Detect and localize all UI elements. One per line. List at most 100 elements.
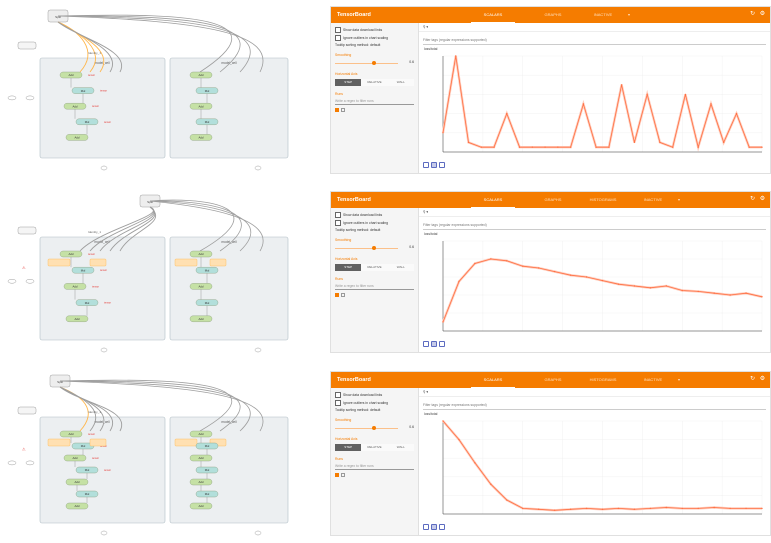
tab-inactive[interactable]: INACTIVE — [581, 7, 625, 23]
search-icon[interactable]: ⚲ ▾ — [423, 25, 428, 29]
runs-filter-input[interactable]: Write a regex to filter runs — [335, 283, 414, 290]
scope-box-right[interactable] — [169, 57, 289, 159]
axis-option-relative[interactable]: RELATIVE — [361, 79, 388, 86]
search-icon[interactable]: ⚲ ▾ — [423, 210, 428, 214]
log-scale-icon[interactable] — [431, 341, 437, 347]
checkbox-icon[interactable] — [335, 35, 341, 41]
tab-inactive[interactable]: INACTIVE — [631, 372, 675, 388]
tooltip-sorting[interactable]: Tooltip sorting method: default — [335, 228, 414, 232]
tooltip-sorting-value[interactable]: default — [370, 228, 380, 232]
search-row[interactable]: ⚲ ▾ — [419, 388, 770, 397]
graph-node-output[interactable] — [100, 530, 108, 536]
graph-node-highlight[interactable] — [174, 438, 198, 447]
graph-node-const[interactable] — [7, 460, 17, 466]
run-color-swatch[interactable] — [341, 293, 345, 297]
slider-handle[interactable] — [372, 61, 377, 65]
smoothing-value[interactable]: 0.6 — [409, 60, 414, 64]
smoothing-value[interactable]: 0.6 — [409, 425, 414, 429]
axis-option-relative[interactable]: RELATIVE — [361, 264, 388, 271]
tag-filter-input[interactable]: Filter tags (regular expressions support… — [423, 37, 766, 45]
slider-track[interactable] — [335, 63, 398, 64]
checkbox-icon[interactable] — [335, 212, 341, 218]
graph-canvas[interactable]: model_cell model_cellSplit⚠Identity_1Add t… — [0, 365, 320, 543]
tooltip-sorting-value[interactable]: default — [370, 43, 380, 47]
log-scale-icon[interactable] — [431, 162, 437, 168]
expand-icon[interactable] — [423, 341, 429, 347]
show-download-checkbox[interactable]: Show data download links — [335, 27, 414, 33]
log-scale-icon[interactable] — [431, 524, 437, 530]
smoothing-slider[interactable]: 0.6 — [335, 245, 414, 251]
tab-graphs[interactable]: GRAPHS — [531, 7, 575, 23]
graph-node-highlight[interactable] — [89, 258, 107, 267]
graph-node-highlight[interactable] — [89, 438, 107, 447]
axis-option-step[interactable]: STEP — [335, 79, 362, 86]
slider-track[interactable] — [335, 428, 398, 429]
gear-icon[interactable]: ⚙ — [759, 11, 766, 18]
tooltip-sorting[interactable]: Tooltip sorting method: default — [335, 43, 414, 47]
expand-icon[interactable] — [423, 162, 429, 168]
refresh-icon[interactable]: ↻ — [749, 196, 756, 203]
ignore-outliers-checkbox[interactable]: Ignore outliers in chart scaling — [335, 220, 414, 226]
ignore-outliers-checkbox[interactable]: Ignore outliers in chart scaling — [335, 400, 414, 406]
run-color-swatch[interactable] — [341, 108, 345, 112]
axis-option-wall[interactable]: WALL — [387, 79, 414, 86]
tooltip-sorting-value[interactable]: default — [370, 408, 380, 412]
refresh-icon[interactable]: ↻ — [749, 11, 756, 18]
scope-box-left[interactable] — [39, 416, 166, 524]
graph-node-highlight[interactable] — [47, 438, 71, 447]
graph-canvas[interactable]: model_cell model_cellSplitIdentity_1Add te… — [0, 0, 320, 178]
slider-handle[interactable] — [372, 426, 377, 430]
gear-icon[interactable]: ⚙ — [759, 196, 766, 203]
graph-node-highlight[interactable] — [47, 258, 71, 267]
tab-scalars[interactable]: SCALARS — [471, 192, 515, 208]
checkbox-icon[interactable] — [335, 27, 341, 33]
graph-node-output[interactable] — [100, 347, 108, 353]
graph-node-const[interactable] — [25, 279, 35, 284]
axis-option-wall[interactable]: WALL — [387, 444, 414, 451]
axis-option-step[interactable]: STEP — [335, 264, 362, 271]
gear-icon[interactable]: ⚙ — [759, 376, 766, 383]
graph-node-side[interactable] — [17, 41, 37, 50]
scope-box-left[interactable] — [39, 236, 166, 341]
slider-track[interactable] — [335, 248, 398, 249]
show-download-checkbox[interactable]: Show data download links — [335, 212, 414, 218]
fit-domain-icon[interactable] — [439, 341, 445, 347]
show-download-checkbox[interactable]: Show data download links — [335, 392, 414, 398]
scope-box-left[interactable] — [39, 57, 166, 159]
graph-node-const[interactable] — [7, 95, 17, 101]
run-checkbox[interactable] — [335, 293, 339, 297]
chevron-down-icon[interactable]: ▾ — [625, 7, 633, 23]
graph-node-highlight[interactable] — [174, 258, 198, 267]
runs-filter-input[interactable]: Write a regex to filter runs — [335, 463, 414, 470]
graph-node-side[interactable] — [17, 226, 37, 235]
tag-filter-input[interactable]: Filter tags (regular expressions support… — [423, 402, 766, 410]
runs-filter-input[interactable]: Write a regex to filter runs — [335, 98, 414, 105]
axis-option-step[interactable]: STEP — [335, 444, 362, 451]
run-color-swatch[interactable] — [341, 473, 345, 477]
checkbox-icon[interactable] — [335, 392, 341, 398]
tab-scalars[interactable]: SCALARS — [471, 372, 515, 388]
axis-option-wall[interactable]: WALL — [387, 264, 414, 271]
tab-graphs[interactable]: GRAPHS — [531, 192, 575, 208]
graph-node-output[interactable] — [254, 165, 262, 171]
ignore-outliers-checkbox[interactable]: Ignore outliers in chart scaling — [335, 35, 414, 41]
tab-scalars[interactable]: SCALARS — [471, 7, 515, 23]
tab-inactive[interactable]: INACTIVE — [631, 192, 675, 208]
graph-node-output[interactable] — [100, 165, 108, 171]
axis-option-relative[interactable]: RELATIVE — [361, 444, 388, 451]
graph-node-output[interactable] — [254, 530, 262, 536]
scope-box-right[interactable] — [169, 416, 289, 524]
smoothing-value[interactable]: 0.6 — [409, 245, 414, 249]
graph-node-const[interactable] — [25, 460, 35, 466]
tab-graphs[interactable]: GRAPHS — [531, 372, 575, 388]
graph-node-const[interactable] — [7, 279, 17, 284]
run-checkbox[interactable] — [335, 473, 339, 477]
tooltip-sorting[interactable]: Tooltip sorting method: default — [335, 408, 414, 412]
slider-handle[interactable] — [372, 246, 377, 250]
graph-node-highlight[interactable] — [209, 258, 227, 267]
refresh-icon[interactable]: ↻ — [749, 376, 756, 383]
fit-domain-icon[interactable] — [439, 162, 445, 168]
graph-canvas[interactable]: model_cell model_cellSplit⚠Identity_1Add t… — [0, 185, 320, 360]
search-icon[interactable]: ⚲ ▾ — [423, 390, 428, 394]
line-chart[interactable] — [421, 52, 766, 160]
